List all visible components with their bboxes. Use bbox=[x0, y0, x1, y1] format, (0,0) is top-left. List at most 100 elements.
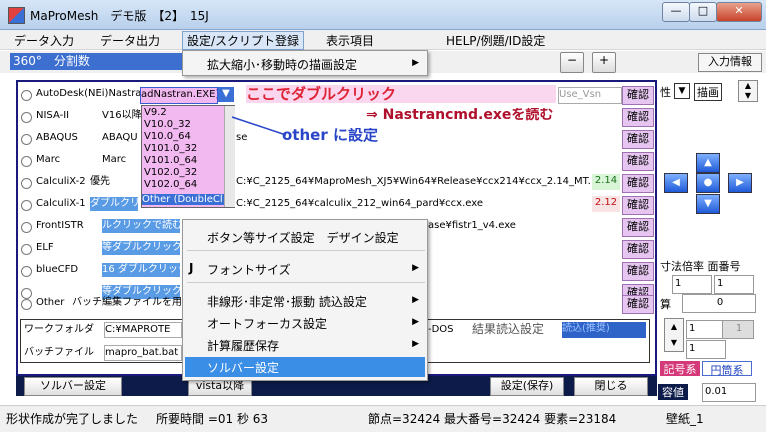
spin-value-2[interactable]: 1 bbox=[722, 320, 754, 339]
version-dropdown-list[interactable]: V9.2 V10.0_32 V10.0_64 V101.0_32 V101.0_… bbox=[141, 105, 235, 208]
solver-radio[interactable] bbox=[21, 244, 32, 255]
menu-item-font-size[interactable]: フォントサイズ bbox=[207, 261, 291, 278]
version-option-other[interactable]: Other (DoubleCl bbox=[142, 194, 224, 205]
solver-name: Marc bbox=[36, 154, 61, 165]
solver-name: FrontISTR bbox=[36, 220, 84, 231]
menu-item-zoom-draw[interactable]: 拡大縮小･移動時の描画設定 bbox=[207, 56, 357, 73]
version-option[interactable]: V102.0_32 bbox=[144, 167, 197, 178]
use-version-combo[interactable]: Use_Vsn bbox=[558, 87, 622, 104]
confirm-button[interactable]: 確認 bbox=[622, 262, 654, 281]
version-option[interactable]: V101.0_64 bbox=[144, 155, 197, 166]
attr-dropdown[interactable]: ▼ bbox=[674, 83, 690, 99]
confirm-button[interactable]: 確認 bbox=[622, 174, 654, 193]
solver-path[interactable]: ase¥fistr1_v4.exe bbox=[428, 219, 588, 233]
annotation-line bbox=[231, 116, 287, 136]
font-icon: J bbox=[189, 261, 194, 275]
solver-radio[interactable] bbox=[21, 299, 32, 310]
solver-radio[interactable] bbox=[21, 200, 32, 211]
version-option[interactable]: V9.2 bbox=[144, 107, 167, 118]
cylinder-system-button[interactable]: 円筒系 bbox=[702, 361, 752, 377]
solver-name: NISA-II bbox=[36, 110, 70, 121]
status-bar: 形状作成が完了しました 所要時間 =01 秒 63 節点=32424 最大番号=… bbox=[0, 405, 766, 432]
combo-dropdown-button[interactable]: ▼ bbox=[218, 87, 234, 102]
solver-version-combo[interactable]: ABAQU bbox=[102, 131, 142, 145]
solver-path[interactable]: C:¥C_2125_64¥MaproMesh_XJ5¥Win64¥Release… bbox=[236, 175, 590, 189]
sum-value[interactable]: 0 bbox=[682, 294, 756, 313]
menu-settings-script[interactable]: 設定/スクリプト登録 bbox=[182, 31, 305, 50]
solver-radio[interactable] bbox=[21, 266, 32, 277]
spin-value-3[interactable]: 1 bbox=[686, 340, 726, 359]
result-read-label: 結果読込設定 bbox=[472, 322, 545, 336]
confirm-button[interactable]: 確認 bbox=[622, 108, 654, 127]
close-button[interactable]: ✕ bbox=[716, 2, 762, 22]
confirm-button[interactable]: 確認 bbox=[622, 86, 654, 105]
solver-settings-button[interactable]: ソルバー設定 bbox=[24, 377, 122, 396]
draw-button[interactable]: 描画 bbox=[694, 83, 722, 101]
face-number-combo[interactable]: 1 bbox=[714, 275, 754, 294]
submenu-arrow-icon: ▶ bbox=[412, 58, 419, 68]
solver-radio[interactable] bbox=[21, 112, 32, 123]
confirm-button[interactable]: 確認 bbox=[622, 196, 654, 215]
submenu-arrow-icon: ▶ bbox=[412, 295, 419, 305]
solver-version-combo[interactable]: 等ダブルクリック bbox=[102, 241, 180, 255]
pan-left-button[interactable]: ◀ bbox=[664, 173, 688, 193]
version-option[interactable]: V10.0_32 bbox=[144, 119, 191, 130]
solver-radio[interactable] bbox=[21, 90, 32, 101]
center-button[interactable]: ● bbox=[696, 173, 720, 193]
pan-down-button[interactable]: ▼ bbox=[696, 194, 720, 214]
solver-name: Other bbox=[36, 297, 65, 308]
batch-file-input[interactable]: mapro_bat.bat bbox=[104, 345, 182, 361]
menu-item-solver-settings[interactable]: ソルバー設定 bbox=[207, 359, 279, 376]
confirm-button[interactable]: 確認 bbox=[622, 130, 654, 149]
solver-name: CalculiX-2 bbox=[36, 176, 86, 187]
menu-item-nonlinear[interactable]: 非線形･非定常･振動 読込設定 bbox=[207, 293, 367, 310]
maximize-button[interactable]: □ bbox=[689, 2, 717, 22]
menu-item-calc-history[interactable]: 計算履歴保存 bbox=[207, 337, 279, 354]
version-option[interactable]: V101.0_32 bbox=[144, 143, 197, 154]
solver-version-combo[interactable]: V16以降 bbox=[102, 109, 142, 123]
minimize-button[interactable]: — bbox=[662, 2, 690, 22]
version-option[interactable]: V102.0_64 bbox=[144, 179, 197, 190]
menu-item-autofocus[interactable]: オートフォーカス設定 bbox=[207, 315, 327, 332]
spin-value-1[interactable]: 1 bbox=[686, 320, 726, 339]
pan-up-button[interactable]: ▲ bbox=[696, 153, 720, 173]
solver-version-combo[interactable]: 優先 bbox=[90, 175, 130, 189]
menu-data-input[interactable]: データ入力 bbox=[14, 32, 74, 49]
spin-stepper[interactable]: ▲ ▼ bbox=[664, 318, 684, 352]
solver-path[interactable]: C:¥C_2125_64¥calculix_212_win64_pard¥ccx… bbox=[236, 197, 590, 211]
save-settings-button[interactable]: 設定(保存) bbox=[490, 377, 564, 396]
confirm-button[interactable]: 確認 bbox=[622, 240, 654, 259]
workfolder-input[interactable]: C:¥MAPROTE bbox=[104, 322, 182, 338]
zoom-out-button[interactable]: − bbox=[560, 52, 584, 73]
confirm-button[interactable]: 確認 bbox=[622, 152, 654, 171]
symbol-system-button[interactable]: 記号系 bbox=[660, 361, 700, 376]
scale-combo[interactable]: 1 bbox=[672, 275, 712, 294]
solver-radio[interactable] bbox=[21, 178, 32, 189]
solver-radio[interactable] bbox=[21, 134, 32, 145]
up-down-stepper[interactable]: ▲ ▼ bbox=[738, 80, 758, 102]
zoom-in-button[interactable]: + bbox=[592, 52, 616, 73]
version-option[interactable]: V10.0_64 bbox=[144, 131, 191, 142]
solver-radio[interactable] bbox=[21, 156, 32, 167]
close-settings-button[interactable]: 閉じる bbox=[574, 377, 648, 396]
solver-version-combo[interactable]: ダブルクリッ bbox=[90, 197, 138, 211]
menu-data-output[interactable]: データ出力 bbox=[100, 32, 160, 49]
input-info-button[interactable]: 入力情報 bbox=[698, 53, 762, 72]
solver-version-combo[interactable]: 16 ダブルクリック bbox=[102, 263, 180, 277]
menu-help[interactable]: HELP/例題/ID設定 bbox=[446, 32, 545, 49]
solver-radio[interactable] bbox=[21, 222, 32, 233]
menu-bar: データ入力 データ出力 設定/スクリプト登録 表示項目 HELP/例題/ID設定 bbox=[0, 30, 766, 50]
tolerance-input[interactable]: 0.01 bbox=[702, 383, 756, 402]
menu-display-items[interactable]: 表示項目 bbox=[326, 32, 374, 49]
division-count-field[interactable]: 360° 分割数 bbox=[10, 53, 183, 70]
solver-row-marc: Marc Marc 確認 bbox=[18, 150, 658, 172]
pan-right-button[interactable]: ▶ bbox=[728, 173, 752, 193]
submenu-arrow-icon: ▶ bbox=[412, 263, 419, 273]
solver-version-combo[interactable]: ルクリックで読む bbox=[102, 219, 180, 233]
confirm-button[interactable]: 確認 bbox=[622, 295, 654, 314]
result-read-combo[interactable]: 読込(推奨) bbox=[562, 322, 646, 338]
menu-item-button-size[interactable]: ボタン等サイズ設定 デザイン設定 bbox=[207, 229, 399, 246]
solver-version-combo[interactable]: adNastran.EXE) bbox=[140, 87, 218, 104]
solver-version-combo[interactable]: Marc bbox=[102, 153, 142, 167]
confirm-button[interactable]: 確認 bbox=[622, 218, 654, 237]
